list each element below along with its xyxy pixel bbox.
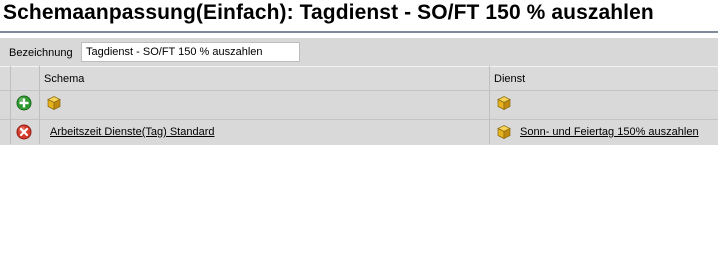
cube-icon[interactable]: [496, 95, 512, 111]
title-divider: [0, 31, 718, 33]
cube-icon[interactable]: [496, 124, 512, 140]
name-input[interactable]: [81, 42, 300, 62]
table-row-new: [0, 90, 718, 116]
column-header-schema[interactable]: Schema: [44, 73, 84, 85]
cube-icon[interactable]: [46, 95, 62, 111]
name-label: Bezeichnung: [9, 47, 73, 59]
dienst-link[interactable]: Sonn- und Feiertag 150% auszahlen: [520, 126, 699, 138]
schema-link[interactable]: Arbeitszeit Dienste(Tag) Standard: [50, 126, 214, 138]
column-divider: [10, 66, 11, 144]
column-divider: [39, 66, 40, 144]
delete-icon[interactable]: [16, 124, 32, 140]
name-row: Bezeichnung: [0, 38, 718, 66]
page-title: Schemaanpassung(Einfach): Tagdienst - SO…: [3, 1, 654, 24]
table-header: Schema Dienst: [0, 66, 718, 91]
table-row: Arbeitszeit Dienste(Tag) Standard Sonn- …: [0, 119, 718, 145]
add-icon[interactable]: [16, 95, 32, 111]
schema-panel: Bezeichnung Schema Dienst: [0, 38, 718, 145]
column-divider: [489, 66, 490, 144]
column-header-dienst[interactable]: Dienst: [494, 73, 525, 85]
